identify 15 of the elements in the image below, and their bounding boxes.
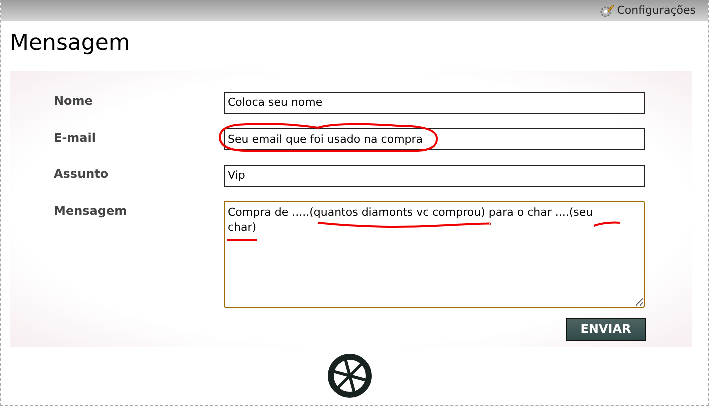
underline-annotation bbox=[592, 220, 622, 226]
field-label: Nome bbox=[54, 93, 94, 108]
page-title: Mensagem bbox=[10, 31, 130, 57]
wheel-icon bbox=[326, 353, 372, 399]
message-field[interactable]: Compra de .....(quantos diamonts vc comprou) para o char ....(seu char) bbox=[224, 200, 645, 308]
text-field[interactable]: Coloca seu nome bbox=[224, 92, 645, 114]
text-field[interactable]: Seu email que foi usado na compra bbox=[224, 128, 645, 150]
field-label: Mensagem bbox=[54, 202, 128, 218]
submit-button[interactable]: ENVIAR bbox=[566, 318, 646, 340]
underline-annotation bbox=[226, 238, 258, 242]
settings-icon bbox=[600, 4, 614, 18]
field-label: E-mail bbox=[54, 130, 98, 144]
field-label: Assunto bbox=[54, 166, 110, 181]
text-field[interactable]: Vip bbox=[224, 164, 645, 186]
settings-link[interactable]: Configurações bbox=[600, 4, 696, 18]
